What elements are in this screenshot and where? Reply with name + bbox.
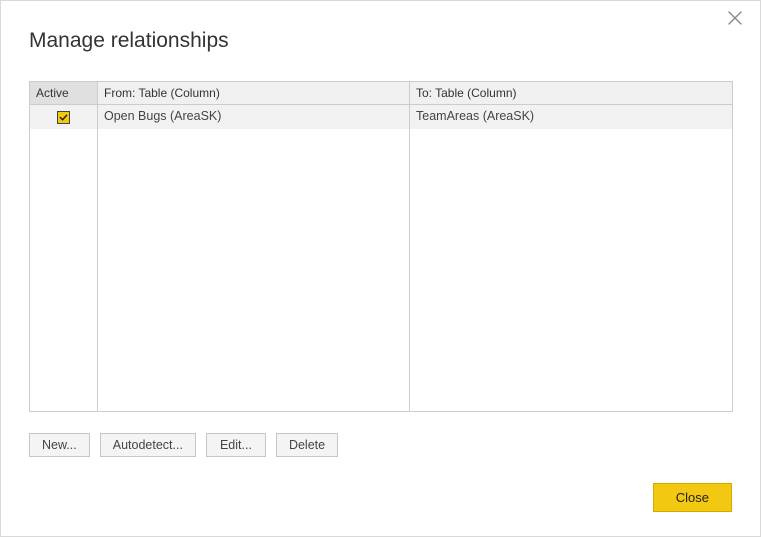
close-icon[interactable]	[728, 11, 746, 29]
active-checkbox[interactable]	[57, 111, 70, 124]
table-row[interactable]: Open Bugs (AreaSK) TeamAreas (AreaSK)	[30, 105, 732, 129]
column-header-to[interactable]: To: Table (Column)	[410, 82, 732, 104]
table-header-row: Active From: Table (Column) To: Table (C…	[30, 82, 732, 105]
edit-button[interactable]: Edit...	[206, 433, 266, 457]
active-cell	[30, 105, 98, 129]
relationships-table: Active From: Table (Column) To: Table (C…	[29, 81, 733, 412]
column-header-from[interactable]: From: Table (Column)	[98, 82, 410, 104]
to-cell: TeamAreas (AreaSK)	[410, 105, 732, 129]
autodetect-button[interactable]: Autodetect...	[100, 433, 196, 457]
column-header-active[interactable]: Active	[30, 82, 98, 104]
delete-button[interactable]: Delete	[276, 433, 338, 457]
dialog-title: Manage relationships	[29, 29, 760, 53]
manage-relationships-dialog: Manage relationships Active From: Table …	[0, 0, 761, 537]
from-cell: Open Bugs (AreaSK)	[98, 105, 410, 129]
close-button[interactable]: Close	[653, 483, 732, 512]
new-button[interactable]: New...	[29, 433, 90, 457]
table-empty-area	[30, 129, 732, 411]
action-button-row: New... Autodetect... Edit... Delete	[29, 433, 338, 457]
